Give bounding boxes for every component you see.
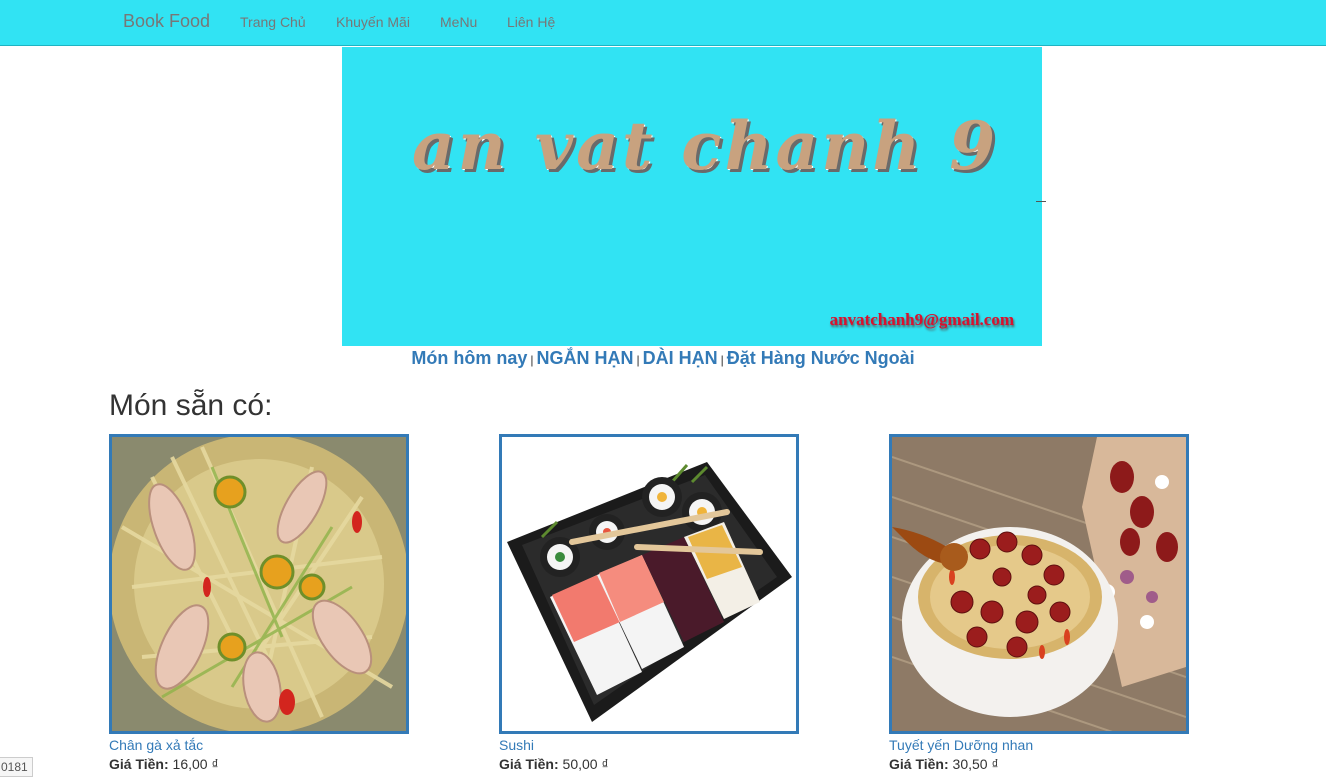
price-label: Giá Tiền: [889, 756, 949, 772]
corner-counter-badge: 0181 [0, 757, 33, 777]
product-image-bird-nest-soup[interactable] [889, 434, 1189, 734]
category-link-mon-hom-nay[interactable]: Món hôm nay [411, 348, 527, 368]
hero-banner: an vat chanh 9 anvatchanh9@gmail.com [342, 47, 1042, 346]
nav-link-khuyen-mai[interactable]: Khuyến Mãi [336, 14, 410, 30]
product-name-link[interactable]: Sushi [499, 737, 799, 753]
product-image-sushi[interactable] [499, 434, 799, 734]
category-link-dat-hang-nuoc-ngoai[interactable]: Đặt Hàng Nước Ngoài [727, 348, 915, 368]
price-label: Giá Tiền: [109, 756, 169, 772]
product-name-link[interactable]: Tuyết yến Dưỡng nhan [889, 737, 1189, 753]
product-card: Tuyết yến Dưỡng nhan Giá Tiền: 30,50 ₫ [889, 434, 1189, 772]
section-title: Món sẵn có: [109, 389, 273, 422]
product-price: Giá Tiền: 16,00 ₫ [109, 756, 409, 772]
category-link-ngan-han[interactable]: NGẮN HẠN [537, 348, 634, 368]
product-price: Giá Tiền: 50,00 ₫ [499, 756, 799, 772]
price-value: 50,00 ₫ [562, 756, 609, 772]
product-card: Chân gà xả tắc Giá Tiền: 16,00 ₫ [109, 434, 409, 772]
nav-link-menu[interactable]: MeNu [440, 14, 477, 30]
product-price: Giá Tiền: 30,50 ₫ [889, 756, 1189, 772]
brand-link[interactable]: Book Food [123, 11, 210, 32]
banner-logo-text: an vat chanh 9 [412, 107, 999, 185]
category-separator: | [530, 353, 534, 367]
top-navbar: Book Food Trang Chủ Khuyến Mãi MeNu Liên… [0, 0, 1326, 46]
product-name-link[interactable]: Chân gà xả tắc [109, 737, 409, 753]
category-separator: | [636, 353, 640, 367]
category-link-dai-han[interactable]: DÀI HẠN [643, 348, 718, 368]
price-value: 30,50 ₫ [952, 756, 999, 772]
category-nav: Món hôm nay | NGẮN HẠN | DÀI HẠN | Đặt Hàng Nư… [0, 346, 1326, 372]
price-label: Giá Tiền: [499, 756, 559, 772]
nav-link-lien-he[interactable]: Liên Hệ [507, 14, 555, 30]
product-card: Sushi Giá Tiền: 50,00 ₫ [499, 434, 799, 772]
banner-email: anvatchanh9@gmail.com [829, 310, 1014, 329]
nav-link-trang-chu[interactable]: Trang Chủ [240, 14, 306, 30]
category-separator: | [720, 353, 724, 367]
product-image-chicken-feet[interactable] [109, 434, 409, 734]
divider [1036, 201, 1046, 202]
price-value: 16,00 ₫ [172, 756, 219, 772]
